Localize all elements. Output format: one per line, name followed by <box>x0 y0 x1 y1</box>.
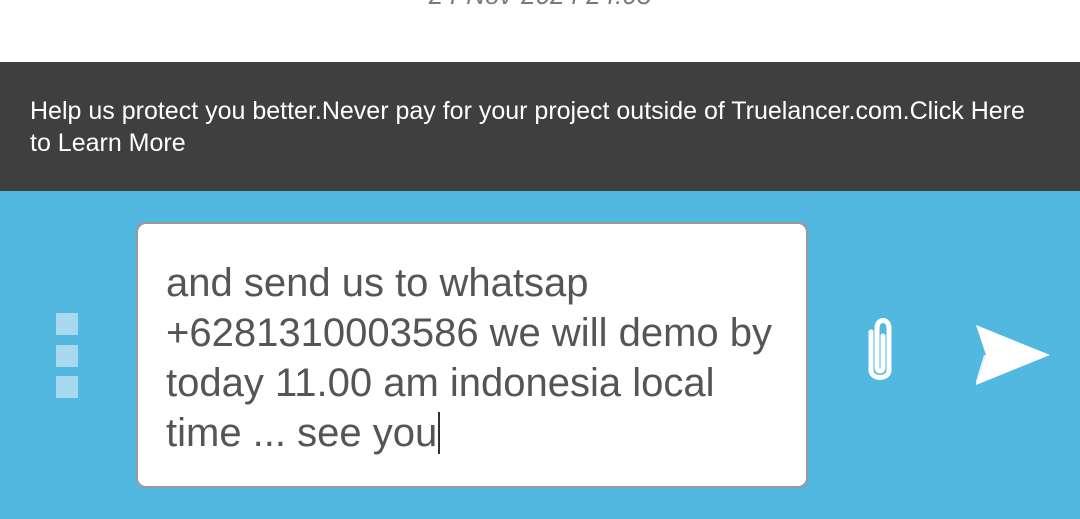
menu-dot <box>56 313 78 335</box>
message-composer: and send us to whatsap +6281310003586 we… <box>0 191 1080 519</box>
vertical-dots-icon[interactable] <box>56 313 80 399</box>
message-input-text[interactable]: and send us to whatsap +6281310003586 we… <box>166 261 783 455</box>
message-timestamp: 24-Nov-2024 24:03 <box>0 0 1080 12</box>
menu-dot <box>56 376 78 398</box>
paperclip-icon[interactable] <box>855 318 905 390</box>
text-cursor <box>438 412 441 454</box>
send-arrow-icon[interactable] <box>972 321 1052 389</box>
safety-notice-banner[interactable]: Help us protect you better.Never pay for… <box>0 62 1080 191</box>
menu-dot <box>56 345 78 367</box>
message-input[interactable]: and send us to whatsap +6281310003586 we… <box>136 222 808 488</box>
message-timestamp-area: 24-Nov-2024 24:03 <box>0 0 1080 62</box>
safety-notice-text[interactable]: Help us protect you better.Never pay for… <box>30 97 1025 157</box>
